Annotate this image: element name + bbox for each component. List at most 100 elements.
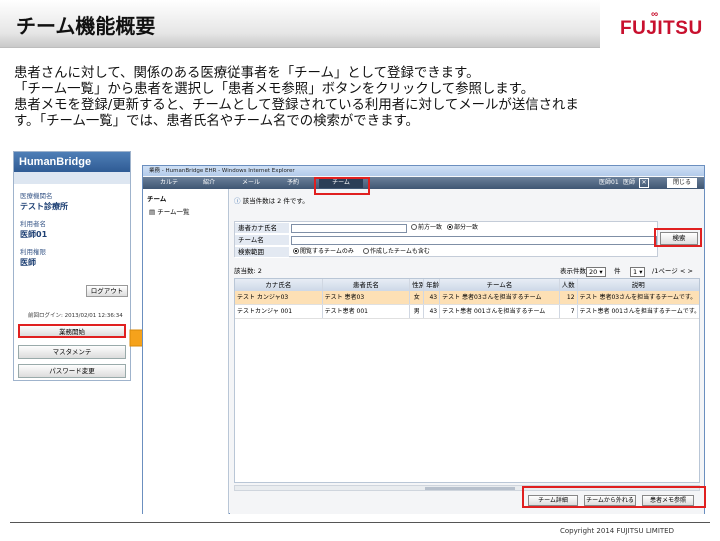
side-tree: チーム ▤ チーム一覧 xyxy=(143,189,229,514)
table-cell: テスト患者 001さんを担当するチーム xyxy=(440,305,560,318)
team-table: カナ氏名 患者氏名 性別 年齢 チーム名 人数 説明 テスト カンジャ03 テス… xyxy=(234,278,700,483)
per-page-label: 表示件数 xyxy=(560,267,586,275)
radio-label: 作成したチームも含む xyxy=(370,248,430,255)
logo-text: FUJITSU xyxy=(620,18,703,39)
fujitsu-logo: FUJITSU ∞ xyxy=(620,9,703,40)
scrollbar-thumb[interactable] xyxy=(425,487,515,490)
role-label: 利用権限 xyxy=(20,248,46,256)
match-prefix-radio[interactable]: 前方一致 xyxy=(411,223,442,233)
column-header[interactable]: 性別 xyxy=(410,279,425,291)
pager-arrows[interactable]: < > xyxy=(680,266,693,277)
copyright: Copyright 2014 FUJITSU LIMITED xyxy=(560,527,674,535)
kana-name-label: 患者カナ氏名 xyxy=(235,223,289,234)
result-count-text: 該当件数は 2 件です。 xyxy=(242,197,309,205)
browser-window: 業務 - HumanBridge EHR - Windows Internet … xyxy=(142,165,705,514)
tab-karte[interactable]: カルテ xyxy=(155,178,183,188)
scope-created-radio[interactable]: 作成したチームも含む xyxy=(363,247,430,257)
result-bar: 該当数: 2 表示件数 20 ▾ 件 1 ▾ /1ページ < > xyxy=(234,266,700,277)
table-cell: テスト患者 001さんを担当するチームです。 xyxy=(579,308,699,315)
table-cell: テスト 患者03 xyxy=(323,291,411,304)
column-header[interactable]: 人数 xyxy=(560,279,578,291)
change-password-button[interactable]: パスワード変更 xyxy=(18,364,126,378)
brand-subbar xyxy=(14,172,130,184)
brand-header: HumanBridge xyxy=(14,152,130,172)
institution-label: 医療機関名 xyxy=(20,192,53,200)
table-cell: 7 xyxy=(560,305,578,318)
infinity-icon: ∞ xyxy=(651,9,659,20)
table-cell: 43 xyxy=(424,291,441,304)
start-work-button[interactable]: 業務開始 xyxy=(18,324,126,338)
action-buttons-highlight xyxy=(522,486,706,508)
description-line: 「チーム一覧」から患者を選択し「患者メモ参照」ボタンをクリックして参照します。 xyxy=(14,82,535,97)
description-line: す。「チーム一覧」では、患者氏名やチーム名での検索ができます。 xyxy=(14,114,419,129)
master-maintenance-button[interactable]: マスタメンテ xyxy=(18,345,126,359)
table-cell: 12 xyxy=(560,291,578,304)
result-count-message: ⓘ 該当件数は 2 件です。 xyxy=(234,195,309,205)
institution-value: テスト診療所 xyxy=(20,202,68,211)
tab-reservation[interactable]: 予約 xyxy=(279,178,307,188)
description-line: 患者メモを登録/更新すると、チームとして登録されている利用者に対してメールが送信… xyxy=(14,98,579,113)
column-header[interactable]: チーム名 xyxy=(440,279,560,291)
window-title: 業務 - HumanBridge EHR - Windows Internet … xyxy=(143,166,704,176)
login-panel: HumanBridge 医療機関名 テスト診療所 利用者名 医師01 利用権限 … xyxy=(13,151,131,381)
team-name-input[interactable] xyxy=(291,236,657,245)
kana-name-input[interactable] xyxy=(291,224,407,233)
page-select[interactable]: 1 ▾ xyxy=(630,267,646,277)
table-row[interactable]: テストカンジャ 001 テスト患者 001 男 43 テスト患者 001さんを担… xyxy=(235,305,699,319)
table-cell: テスト 患者03さんを担当するチーム xyxy=(440,291,560,304)
table-row[interactable]: テスト カンジャ03 テスト 患者03 女 43 テスト 患者03さんを担当する… xyxy=(235,291,699,305)
table-cell: 女 xyxy=(410,291,425,304)
close-icon[interactable]: ✕ xyxy=(639,178,649,188)
tree-item-label: チーム一覧 xyxy=(157,208,190,216)
slide-description: 患者さんに対して、関係のある医療従事者を「チーム」として登録できます。 「チーム… xyxy=(14,66,714,130)
tab-referral[interactable]: 紹介 xyxy=(195,178,223,188)
last-login: 前回ログイン: 2013/02/01 12:36:34 xyxy=(28,313,123,319)
search-button-highlight xyxy=(654,228,702,247)
radio-icon xyxy=(363,248,369,254)
tree-header: チーム xyxy=(147,195,167,203)
table-cell: 43 xyxy=(424,305,441,318)
top-navbar: カルテ 紹介 メール 予約 チーム 医師01 医師 ✕ 閉じる xyxy=(143,177,704,189)
search-form: 患者カナ氏名 前方一致 部分一致 チーム名 検索範囲 閲覧するチームのみ 作成し… xyxy=(234,221,658,258)
page-value: 1 xyxy=(633,268,638,276)
match-partial-radio[interactable]: 部分一致 xyxy=(447,223,478,233)
user-label: 利用者名 xyxy=(20,220,46,228)
radio-label: 部分一致 xyxy=(454,224,479,231)
team-name-label: チーム名 xyxy=(235,235,289,246)
team-tab-highlight xyxy=(314,177,370,195)
nav-user-name: 医師01 xyxy=(599,179,619,186)
radio-selected-icon xyxy=(447,224,453,230)
column-header[interactable]: カナ氏名 xyxy=(235,279,323,291)
role-value: 医師 xyxy=(20,258,36,267)
footer-divider xyxy=(10,522,710,523)
description-line: 患者さんに対して、関係のある医療従事者を「チーム」として登録できます。 xyxy=(14,66,480,81)
page-total: /1ページ xyxy=(652,267,678,275)
per-page-unit: 件 xyxy=(614,267,621,275)
scope-own-radio[interactable]: 閲覧するチームのみ xyxy=(293,247,354,257)
column-header[interactable]: 説明 xyxy=(578,279,699,291)
table-cell: テスト カンジャ03 xyxy=(235,291,323,304)
logout-button[interactable]: ログアウト xyxy=(86,285,128,297)
list-icon: ▤ xyxy=(149,208,156,216)
search-scope-label: 検索範囲 xyxy=(235,247,289,258)
slide-header: チーム機能概要 FUJITSU ∞ xyxy=(0,0,720,60)
table-header: カナ氏名 患者氏名 性別 年齢 チーム名 人数 説明 xyxy=(235,279,699,291)
close-button[interactable]: 閉じる xyxy=(667,178,697,188)
table-cell: テスト患者 001 xyxy=(323,305,411,318)
radio-icon xyxy=(411,224,417,230)
radio-label: 閲覧するチームのみ xyxy=(300,248,354,255)
info-icon: ⓘ xyxy=(234,197,241,205)
table-cell: 男 xyxy=(410,305,425,318)
nav-user-role: 医師 xyxy=(623,179,636,186)
column-header[interactable]: 患者氏名 xyxy=(323,279,411,291)
table-cell: テスト 患者03さんを担当するチームです。 xyxy=(579,294,697,301)
table-cell: テストカンジャ 001 xyxy=(235,305,323,318)
user-value: 医師01 xyxy=(20,230,48,239)
radio-selected-icon xyxy=(293,248,299,254)
per-page-select[interactable]: 20 ▾ xyxy=(586,267,606,277)
tab-mail[interactable]: メール xyxy=(237,178,265,188)
radio-label: 前方一致 xyxy=(418,224,443,231)
tree-item-team-list[interactable]: ▤ チーム一覧 xyxy=(143,205,228,217)
result-count: 該当数: 2 xyxy=(234,267,262,275)
column-header[interactable]: 年齢 xyxy=(424,279,441,291)
